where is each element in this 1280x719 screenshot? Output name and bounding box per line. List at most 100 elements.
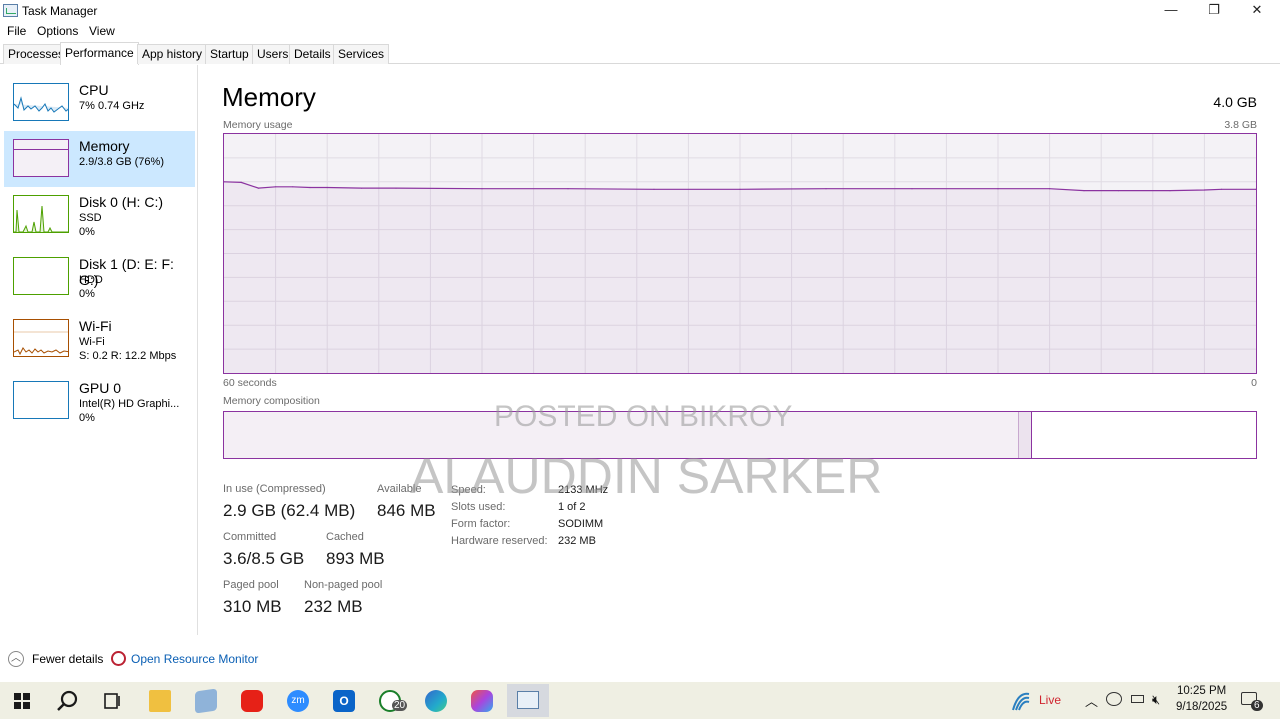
slots-label: Slots used: (451, 501, 506, 513)
sidebar-item-disk0[interactable]: Disk 0 (H: C:) SSD 0% (4, 189, 195, 245)
sidebar-item-disk1[interactable]: Disk 1 (D: E: F: G:) HDD 0% (4, 251, 195, 307)
tab-app-history[interactable]: App history (137, 44, 208, 64)
usage-area-fill (224, 181, 1256, 373)
memory-usage-graph (223, 134, 1257, 373)
copilot-icon[interactable] (471, 690, 493, 712)
taskbar: zm O 20 Live ︿ 🔇︎ 10:25 PM 9/18/2025 6 (0, 682, 1280, 719)
sidebar-item-percent: 0% (79, 288, 95, 300)
usage-data-point (1117, 190, 1119, 192)
tab-startup[interactable]: Startup (205, 44, 254, 64)
usage-data-point (1169, 190, 1171, 192)
sidebar-item-detail: Wi-Fi (79, 336, 105, 348)
usage-data-point (1049, 188, 1051, 190)
disk1-thumbnail (13, 257, 69, 295)
hardware-reserved-label: Hardware reserved: (451, 535, 548, 547)
weather-live-label[interactable]: Live (1039, 693, 1061, 707)
available-value: 846 MB (377, 501, 436, 520)
sidebar-item-label: Disk 0 (H: C:) (79, 194, 163, 210)
sidebar-item-gpu0[interactable]: GPU 0 Intel(R) HD Graphi... 0% (4, 375, 195, 431)
clock-time[interactable]: 10:25 PM (1177, 685, 1226, 697)
sidebar-item-throughput: S: 0.2 R: 12.2 Mbps (79, 350, 177, 362)
restore-button[interactable]: ❐ (1194, 2, 1234, 20)
disk0-thumbnail (13, 195, 69, 233)
battery-icon[interactable] (1131, 695, 1144, 703)
desktop-app-icon[interactable] (195, 688, 217, 714)
usage-data-point (911, 188, 913, 190)
performance-sidebar: CPU 7% 0.74 GHz Memory 2.9/3.8 GB (76%) … (0, 65, 198, 635)
search-icon[interactable] (57, 690, 79, 712)
title-bar: Task Manager — ❐ ✕ (0, 0, 1280, 22)
form-factor-label: Form factor: (451, 518, 511, 530)
usage-data-point (257, 187, 259, 189)
sidebar-item-memory[interactable]: Memory 2.9/3.8 GB (76%) (4, 131, 195, 187)
hardware-reserved-value: 232 MB (558, 535, 596, 547)
file-explorer-icon[interactable] (149, 690, 171, 712)
cached-label: Cached (326, 531, 364, 543)
usage-data-point (567, 188, 569, 190)
resource-monitor-icon (111, 651, 126, 666)
open-resource-monitor-link[interactable]: Open Resource Monitor (131, 652, 258, 666)
notification-count: 6 (1251, 700, 1263, 711)
non-paged-pool-label: Non-paged pool (304, 579, 383, 591)
sidebar-item-cpu[interactable]: CPU 7% 0.74 GHz (4, 77, 195, 133)
whatsapp-badge: 20 (392, 700, 408, 711)
usage-data-point (481, 188, 483, 190)
in-use-value: 2.9 GB (62.4 MB) (223, 501, 356, 520)
usage-data-point (292, 186, 294, 188)
sidebar-item-detail: SSD (79, 212, 102, 224)
menu-options[interactable]: Options (37, 24, 78, 38)
menu-view[interactable]: View (89, 24, 115, 38)
form-factor-value: SODIMM (558, 518, 604, 530)
page-title: Memory (222, 82, 316, 112)
close-button[interactable]: ✕ (1237, 2, 1277, 20)
weather-icon[interactable] (1010, 690, 1032, 712)
menu-bar: File Options View (0, 22, 1280, 40)
speed-value: 2133 MHz (558, 484, 609, 496)
sidebar-item-detail: Intel(R) HD Graphi... (79, 398, 180, 410)
memory-composition-label: Memory composition (223, 395, 320, 407)
wifi-thumbnail (13, 319, 69, 357)
footer-bar: ︿ Fewer details Open Resource Monitor (0, 645, 1280, 673)
paged-pool-label: Paged pool (223, 579, 279, 591)
memory-usage-max: 3.8 GB (1224, 119, 1257, 131)
tab-users[interactable]: Users (252, 44, 294, 64)
sidebar-item-label: Memory (79, 138, 130, 154)
in-use-label: In use (Compressed) (223, 483, 326, 495)
usage-data-point (825, 188, 827, 190)
cached-value: 893 MB (326, 549, 385, 568)
usage-data-point (309, 186, 311, 189)
usage-data-point (361, 187, 363, 189)
zoom-icon[interactable]: zm (287, 690, 309, 712)
usage-data-point (326, 186, 328, 189)
minimize-button[interactable]: — (1151, 2, 1191, 20)
task-view-icon[interactable] (103, 692, 121, 710)
usage-data-point (1203, 189, 1205, 191)
outlook-icon[interactable]: O (333, 690, 355, 712)
clock-date[interactable]: 9/18/2025 (1176, 701, 1227, 713)
tab-performance[interactable]: Performance (60, 42, 139, 65)
task-manager-taskbar-button[interactable] (507, 684, 549, 717)
committed-label: Committed (223, 531, 277, 543)
youtube-icon[interactable] (241, 690, 263, 712)
volume-muted-icon[interactable]: 🔇︎ (1152, 692, 1160, 708)
speed-label: Speed: (451, 484, 486, 496)
menu-file[interactable]: File (7, 24, 26, 38)
sidebar-item-detail: 2.9/3.8 GB (76%) (79, 156, 164, 168)
tab-services[interactable]: Services (333, 44, 390, 64)
windows-start-icon[interactable] (14, 693, 30, 709)
fewer-details-link[interactable]: Fewer details (32, 652, 103, 666)
committed-value: 3.6/8.5 GB (223, 549, 305, 568)
chevron-up-icon[interactable]: ︿ (8, 651, 24, 667)
paged-pool-value: 310 MB (223, 597, 282, 616)
usage-data-point (240, 181, 242, 183)
sidebar-item-wifi[interactable]: Wi-Fi Wi-Fi S: 0.2 R: 12.2 Mbps (4, 313, 195, 369)
network-icon[interactable] (1106, 692, 1122, 706)
chevron-up-tray-icon[interactable]: ︿ (1085, 691, 1098, 710)
usage-data-point (739, 188, 741, 190)
edge-icon[interactable] (425, 690, 447, 712)
sidebar-item-detail: HDD (79, 274, 103, 286)
cpu-thumbnail (13, 83, 69, 121)
usage-data-point (395, 187, 397, 189)
tab-details[interactable]: Details (289, 44, 336, 64)
sidebar-item-label: Wi-Fi (79, 318, 112, 334)
